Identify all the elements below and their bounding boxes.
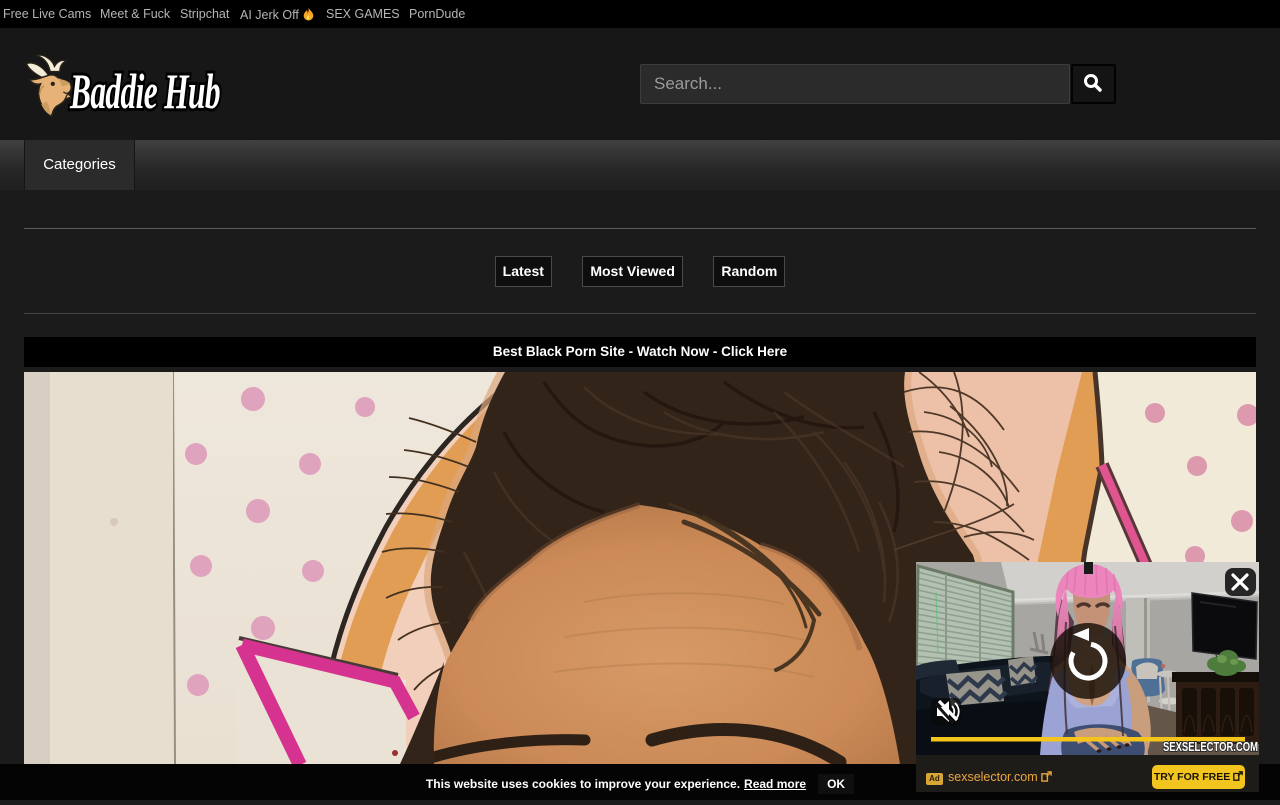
svg-text:Baddie Hub: Baddie Hub — [69, 63, 220, 119]
svg-text:SEXSELECTOR.COM: SEXSELECTOR.COM — [1163, 739, 1258, 754]
